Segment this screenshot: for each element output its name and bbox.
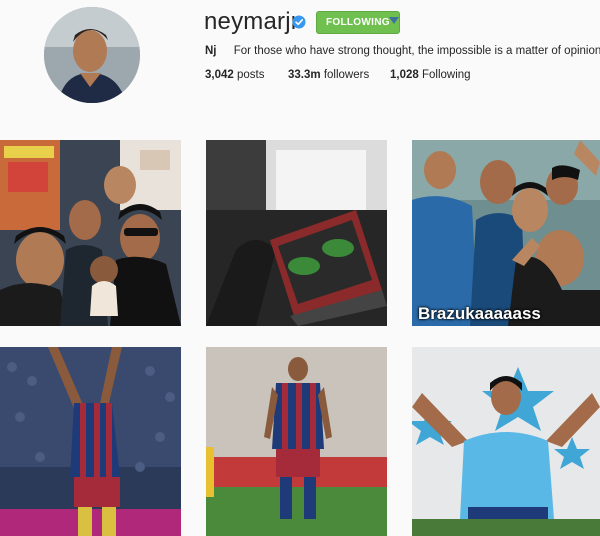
photo-tile-laptop-poker[interactable] xyxy=(206,140,387,326)
avatar-photo xyxy=(44,7,140,103)
laptop-poker-image xyxy=(206,140,387,326)
training-image xyxy=(412,347,600,536)
profile-username: neymarjr xyxy=(204,8,299,35)
photo-tile-training[interactable] xyxy=(412,347,600,536)
suggestions-dropdown-icon[interactable] xyxy=(389,17,399,24)
photo-tile-group-selfie[interactable] xyxy=(0,140,181,326)
followers-label: followers xyxy=(323,69,370,81)
verified-badge-icon xyxy=(292,15,306,29)
following-button[interactable]: FOLLOWING xyxy=(316,11,400,34)
followers-count: 33.3m xyxy=(288,69,321,81)
photo-tile-team-selfie[interactable]: Brazukaaaaass xyxy=(412,140,600,326)
followers-stat[interactable]: 33.3m followers xyxy=(288,69,369,81)
profile-avatar[interactable] xyxy=(44,7,140,103)
photo-tile-player-walking[interactable] xyxy=(206,347,387,536)
following-count: 1,028 xyxy=(390,69,419,81)
bio-text: For those who have strong thought, the i… xyxy=(233,45,600,57)
group-selfie-image xyxy=(0,140,181,326)
following-label: Following xyxy=(421,69,471,81)
posts-label: posts xyxy=(236,69,265,81)
photo-tile-celebration[interactable] xyxy=(0,347,181,536)
profile-bio: Nj For those who have strong thought, th… xyxy=(205,45,600,57)
posts-stat: 3,042 posts xyxy=(205,69,264,81)
following-stat[interactable]: 1,028 Following xyxy=(390,69,471,81)
celebration-image xyxy=(0,347,181,536)
team-selfie-image xyxy=(412,140,600,326)
posts-count: 3,042 xyxy=(205,69,234,81)
photo-caption: Brazukaaaaass xyxy=(418,304,541,323)
player-walking-image xyxy=(206,347,387,536)
bio-name: Nj xyxy=(205,45,217,57)
